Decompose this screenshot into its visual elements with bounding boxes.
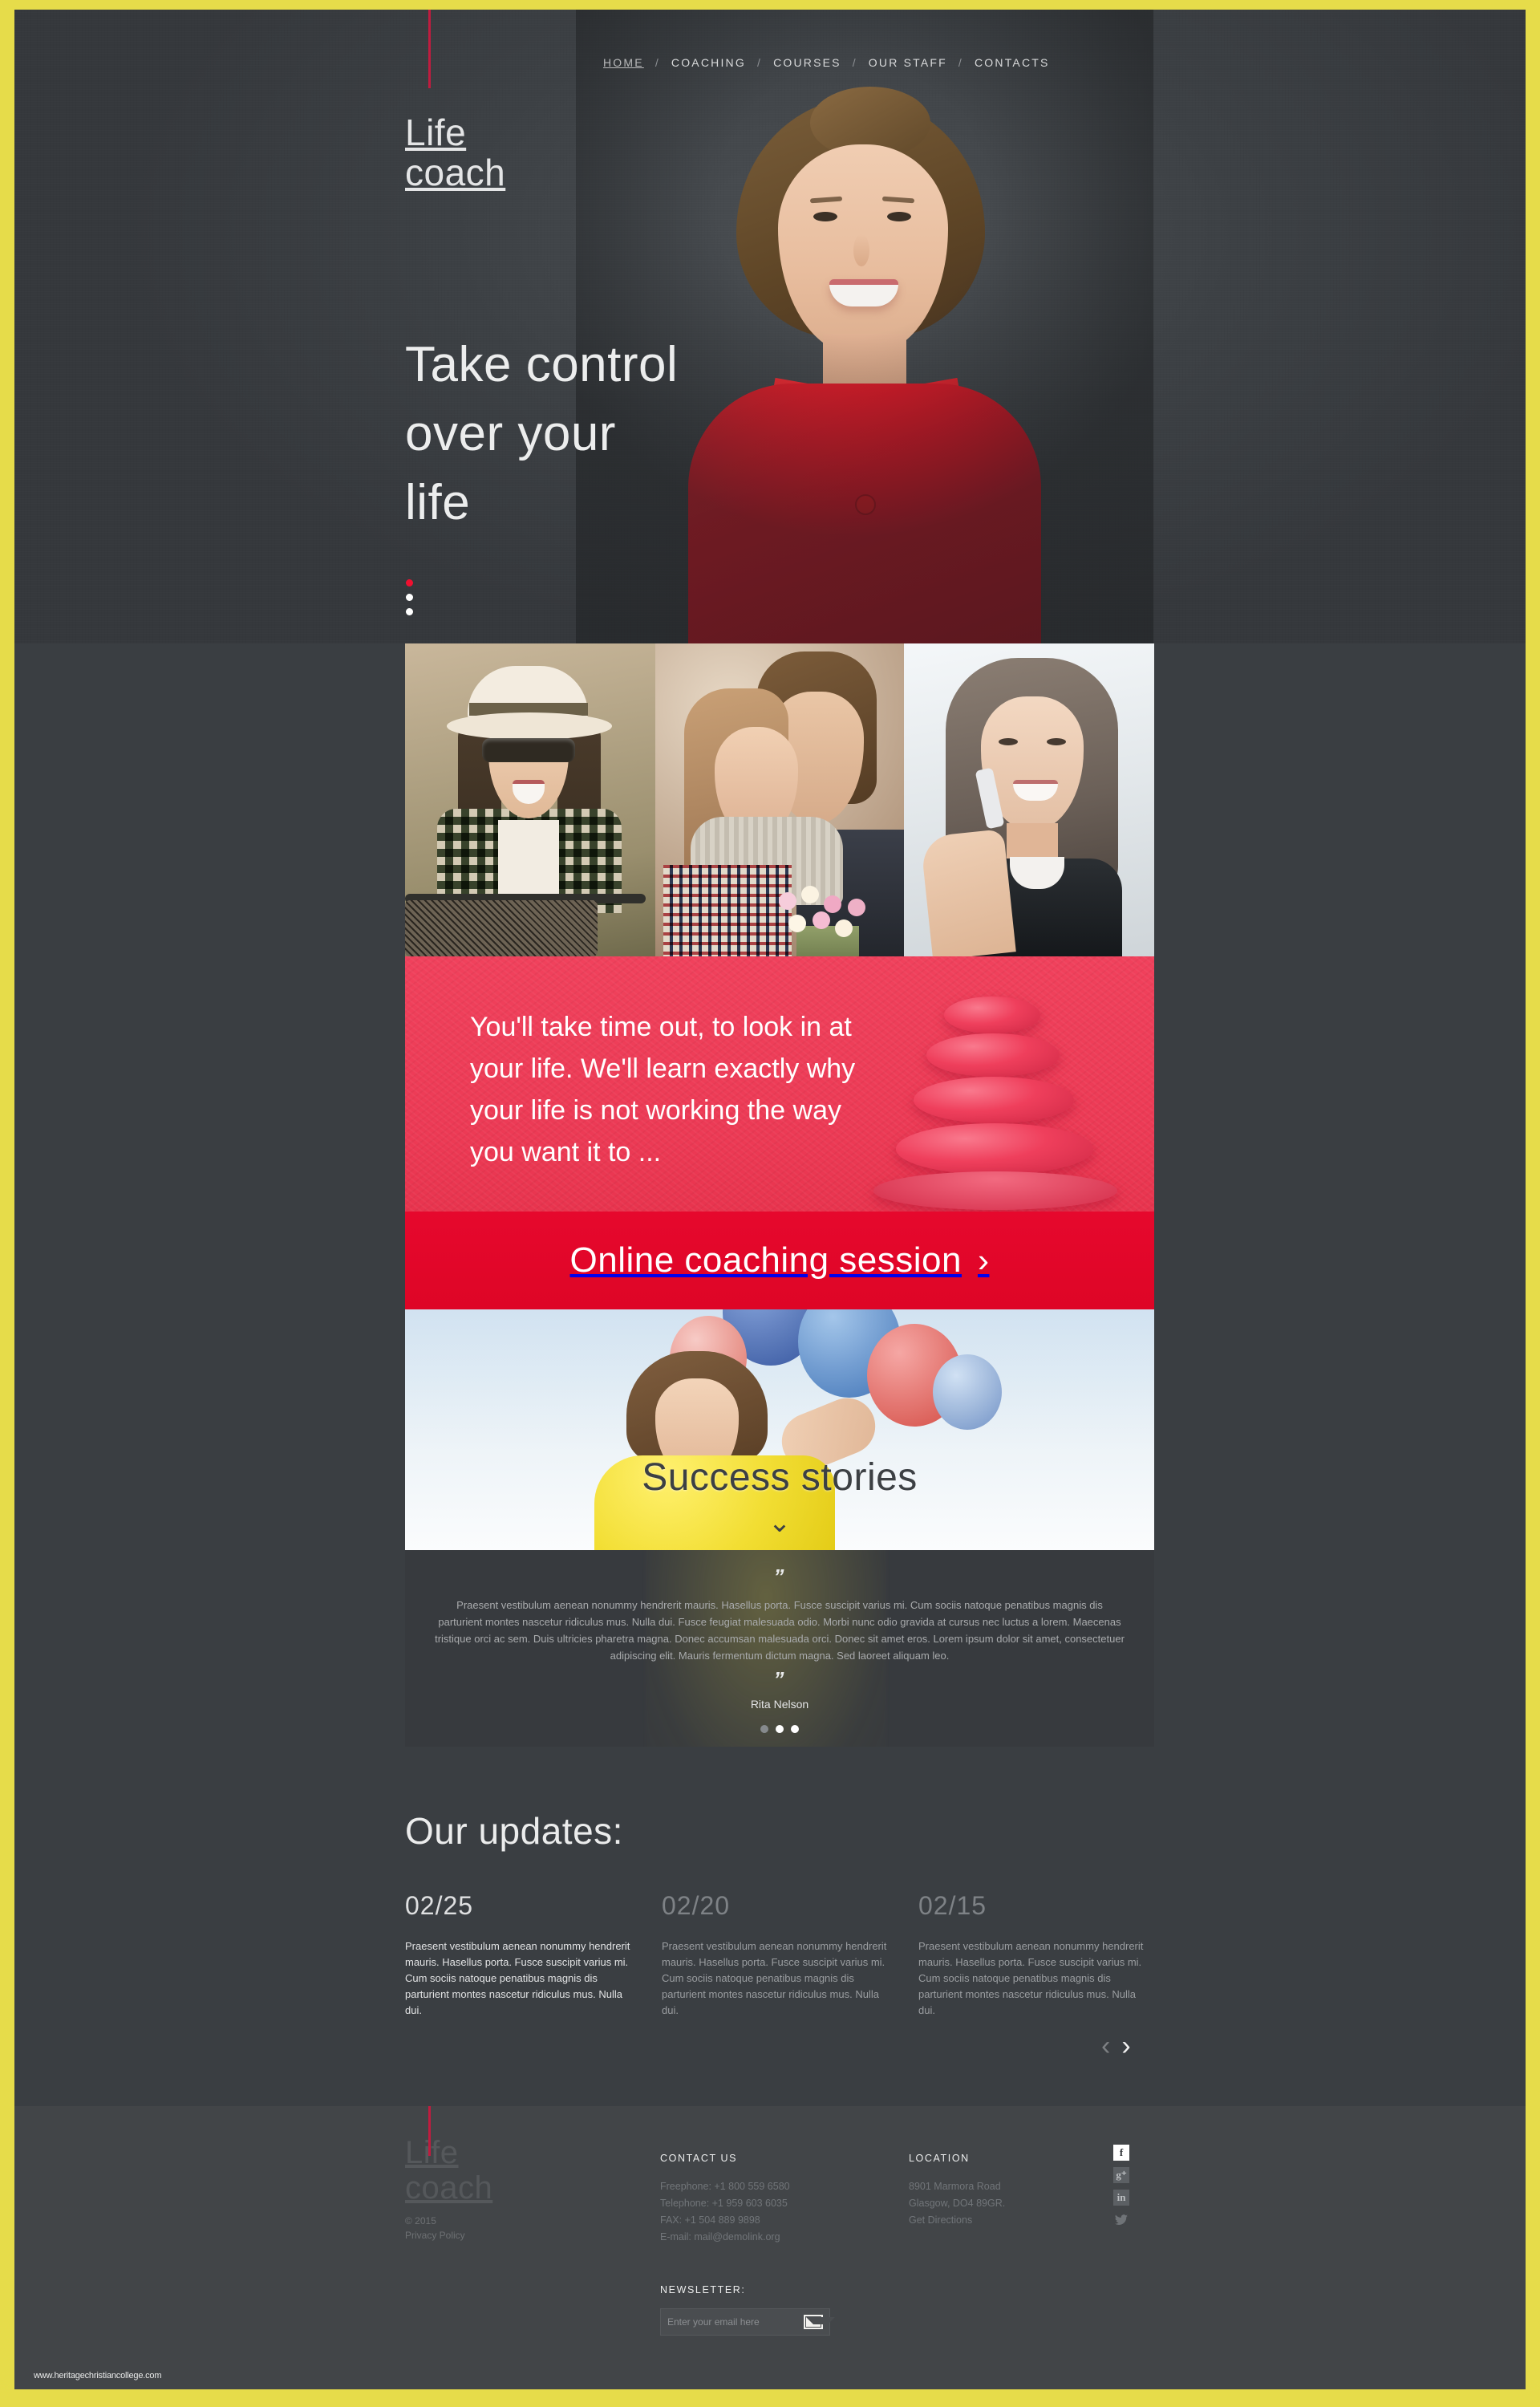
newsletter-block: NEWSLETTER: <box>660 2284 901 2336</box>
update-card[interactable]: 02/20 Praesent vestibulum aenean nonummy… <box>662 1891 897 2019</box>
hero-slider-dot-1[interactable] <box>406 579 413 587</box>
contact-email-link[interactable]: E-mail: mail@demolink.org <box>660 2231 780 2243</box>
social-links: f g⁺ in <box>1113 2145 1129 2228</box>
updates-card-grid: 02/25 Praesent vestibulum aenean nonummy… <box>405 1891 1154 2019</box>
twitter-icon[interactable] <box>1113 2212 1129 2228</box>
copyright-text: © 2015 <box>405 2215 436 2226</box>
nav-item-coaching[interactable]: COACHING <box>660 56 757 69</box>
success-stories-title: Success stories <box>642 1456 918 1499</box>
contact-email[interactable]: E-mail: mail@demolink.org <box>660 2229 885 2246</box>
contact-telephone: Telephone: +1 959 603 6035 <box>660 2198 788 2209</box>
testimonial-dot-3[interactable] <box>791 1725 799 1733</box>
footer-copyright-block: © 2015 Privacy Policy <box>405 2214 465 2243</box>
envelope-icon-submit-button[interactable] <box>804 2315 835 2329</box>
promo-quote-text: You'll take time out, to look in at your… <box>470 1012 856 1167</box>
contact-fax: FAX: +1 504 889 9898 <box>660 2214 760 2226</box>
chevron-down-icon[interactable]: ⌄ <box>405 1507 1154 1539</box>
footer-logo-line-1: Life <box>405 2135 459 2170</box>
testimonial-text: Praesent vestibulum aenean nonummy hendr… <box>435 1599 1125 1662</box>
bouquet <box>774 884 886 956</box>
location-heading: LOCATION <box>909 2153 970 2164</box>
source-watermark: www.heritagechristiancollege.com <box>34 2371 162 2381</box>
update-text: Praesent vestibulum aenean nonummy hendr… <box>918 1940 1144 2016</box>
logo-line-2: coach <box>405 152 506 193</box>
update-date: 02/25 <box>405 1891 474 1920</box>
photo-thumbnail-woman-with-hat[interactable] <box>405 643 655 956</box>
chevron-right-icon: › <box>977 1241 990 1279</box>
privacy-policy-link[interactable]: Privacy Policy <box>405 2228 465 2243</box>
testimonial-dot-2[interactable] <box>776 1725 784 1733</box>
update-date: 02/15 <box>918 1891 987 1920</box>
online-coaching-session-button[interactable]: Online coaching session › <box>405 1212 1154 1309</box>
testimonial-pagination <box>405 1725 1154 1733</box>
location-address-line-1: 8901 Marmora Road <box>909 2181 1001 2192</box>
google-plus-icon[interactable]: g⁺ <box>1113 2167 1129 2183</box>
location-address-line-2: Glasgow, DO4 89GR. <box>909 2198 1006 2209</box>
get-directions-link-wrapper[interactable]: Get Directions <box>909 2212 1101 2229</box>
footer-location-column: LOCATION 8901 Marmora Road Glasgow, DO4 … <box>909 2153 1101 2229</box>
chevron-right-icon[interactable]: › <box>1121 2032 1130 2060</box>
update-card[interactable]: 02/15 Praesent vestibulum aenean nonummy… <box>918 1891 1153 2019</box>
main-navigation: HOME / COACHING / COURSES / OUR STAFF / … <box>592 56 1061 69</box>
nav-item-home[interactable]: HOME <box>592 56 655 69</box>
nav-item-contacts[interactable]: CONTACTS <box>963 56 1061 69</box>
cta-label-wrapper: Online coaching session › <box>570 1240 990 1281</box>
updates-carousel-nav: ‹ › <box>1101 2032 1131 2060</box>
hero-section: HOME / COACHING / COURSES / OUR STAFF / … <box>14 10 1526 643</box>
chevron-left-icon[interactable]: ‹ <box>1101 2032 1110 2060</box>
site-logo[interactable]: Life coach <box>405 112 505 193</box>
site-footer: Life coach © 2015 Privacy Policy CONTACT… <box>14 2106 1526 2389</box>
nav-item-our-staff[interactable]: OUR STAFF <box>857 56 958 69</box>
update-text: Praesent vestibulum aenean nonummy hendr… <box>662 1940 887 2016</box>
hero-slider-dot-2[interactable] <box>406 594 413 601</box>
promo-quote-panel: You'll take time out, to look in at your… <box>405 956 1154 1212</box>
image-frame: HOME / COACHING / COURSES / OUR STAFF / … <box>0 0 1540 2407</box>
update-text: Praesent vestibulum aenean nonummy hendr… <box>405 1940 630 2016</box>
newsletter-email-input[interactable] <box>667 2316 804 2328</box>
photo-thumbnail-couple-with-flowers[interactable] <box>655 643 904 956</box>
update-card[interactable]: 02/25 Praesent vestibulum aenean nonummy… <box>405 1891 640 2019</box>
updates-section: Our updates: 02/25 Praesent vestibulum a… <box>14 1787 1526 2108</box>
success-stories-banner: Success stories ⌄ <box>405 1309 1154 1550</box>
contact-freephone: Freephone: +1 800 559 6580 <box>660 2181 790 2192</box>
contact-us-heading: CONTACT US <box>660 2153 738 2164</box>
photo-thumbnail-woman-on-phone[interactable] <box>904 643 1154 956</box>
footer-logo[interactable]: Life coach <box>405 2135 492 2206</box>
newsletter-form <box>660 2308 835 2336</box>
facebook-icon[interactable]: f <box>1113 2145 1129 2161</box>
feature-photo-strip <box>405 643 1154 956</box>
hero-portrait-photo <box>576 10 1153 643</box>
footer-contact-column: CONTACT US Freephone: +1 800 559 6580 Te… <box>660 2153 885 2246</box>
update-date: 02/20 <box>662 1891 731 1920</box>
testimonial-dot-1[interactable] <box>760 1725 768 1733</box>
hero-headline: Take control over your life <box>405 331 790 538</box>
stacked-stones-illustration <box>870 988 1127 1212</box>
quote-open-icon: ” <box>773 1565 786 1589</box>
testimonial-author: Rita Nelson <box>750 1698 809 1711</box>
hero-slider-pagination <box>406 579 413 615</box>
testimonial-section: ” Praesent vestibulum aenean nonummy hen… <box>405 1550 1154 1747</box>
nav-item-courses[interactable]: COURSES <box>762 56 853 69</box>
hero-headline-line-1: Take control <box>405 337 679 392</box>
webpage-canvas: HOME / COACHING / COURSES / OUR STAFF / … <box>14 10 1526 2389</box>
hero-headline-line-3: life <box>405 475 471 530</box>
newsletter-heading: NEWSLETTER: <box>660 2284 746 2295</box>
footer-logo-line-2: coach <box>405 2170 493 2206</box>
get-directions-link[interactable]: Get Directions <box>909 2214 972 2226</box>
updates-title: Our updates: <box>405 1810 623 1852</box>
hero-headline-line-2: over your <box>405 406 616 461</box>
hero-slider-dot-3[interactable] <box>406 608 413 615</box>
quote-close-icon: ” <box>773 1667 786 1691</box>
brand-accent-line <box>428 10 431 88</box>
linkedin-icon[interactable]: in <box>1113 2190 1129 2206</box>
cta-label: Online coaching session <box>569 1240 962 1280</box>
logo-line-1: Life <box>405 112 467 153</box>
